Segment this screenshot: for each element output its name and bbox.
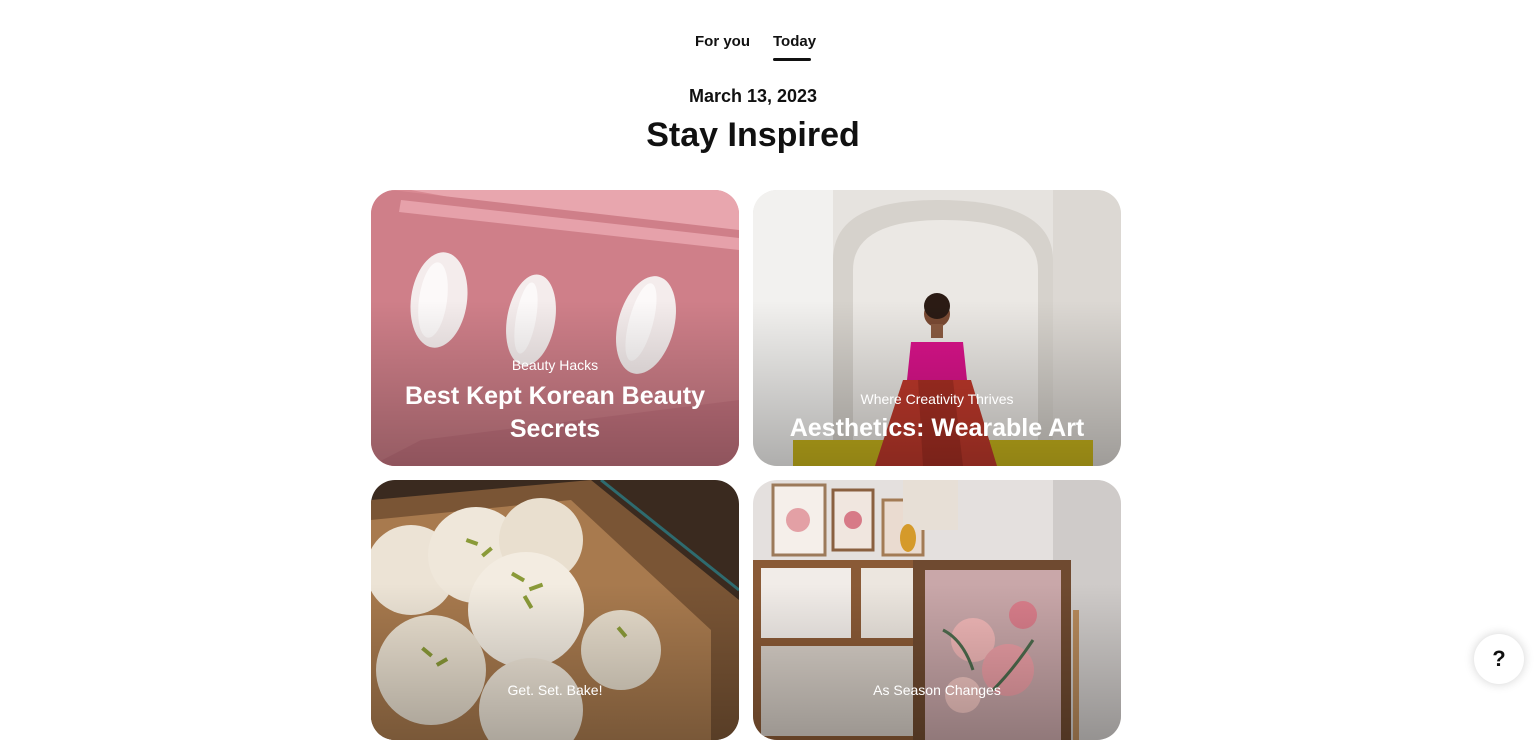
card-kicker: Where Creativity Thrives <box>860 391 1014 407</box>
help-button[interactable]: ? <box>1474 634 1524 684</box>
card-kicker: Get. Set. Bake! <box>507 682 603 698</box>
card-kicker: As Season Changes <box>873 682 1001 698</box>
card-title: Aesthetics: Wearable Art <box>789 414 1085 442</box>
card-kicker: Beauty Hacks <box>511 357 599 373</box>
help-icon: ? <box>1492 646 1506 671</box>
page-title: Stay Inspired <box>646 116 860 154</box>
tab-for-you[interactable]: For you <box>695 30 750 54</box>
card-get-set-bake[interactable]: Get. Set. Bake! <box>371 480 739 740</box>
date-label: March 13, 2023 <box>688 86 818 106</box>
card-beauty-hacks[interactable]: Beauty Hacks Best Kept Korean Beauty Sec… <box>371 190 739 466</box>
active-tab-indicator <box>773 58 811 61</box>
top-tabs: For you Today <box>0 0 1536 64</box>
card-as-season-changes[interactable]: As Season Changes <box>753 480 1121 740</box>
card-wearable-art[interactable]: Where Creativity Thrives Aesthetics: Wea… <box>753 190 1121 466</box>
card-title: Best Kept Korean Beauty Secrets <box>404 382 706 443</box>
tab-today[interactable]: Today <box>773 30 816 54</box>
